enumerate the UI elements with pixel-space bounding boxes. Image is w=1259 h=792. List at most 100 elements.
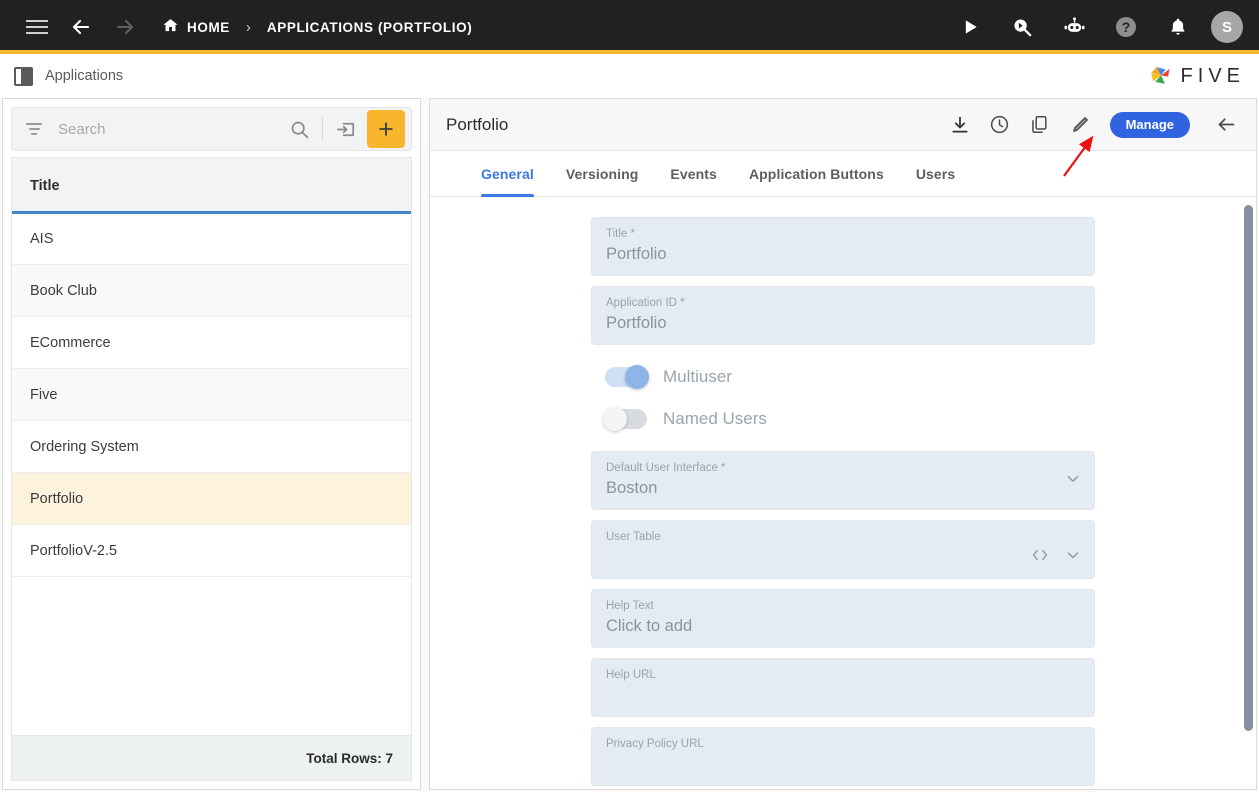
search-bar — [11, 107, 412, 151]
application-id-label: Application ID * — [606, 297, 685, 309]
list-column-header: Title — [11, 157, 412, 214]
tab-label: Application Buttons — [748, 165, 884, 182]
user-avatar[interactable]: S — [1211, 11, 1243, 43]
top-navigation-bar: HOME › APPLICATIONS (PORTFOLIO) ? S — [0, 0, 1259, 54]
list-item-label: Five — [30, 386, 58, 403]
help-url-value — [606, 683, 1080, 707]
module-bar: Applications FIVE — [0, 54, 1259, 98]
list-item-label: Portfolio — [30, 490, 84, 507]
import-icon[interactable] — [329, 112, 363, 146]
form-scrollbar[interactable] — [1244, 205, 1253, 765]
chevron-down-icon[interactable] — [1064, 469, 1082, 492]
edit-pencil-icon[interactable] — [1066, 111, 1094, 139]
tab-general[interactable]: General — [450, 151, 550, 197]
list-item-label: AIS — [30, 230, 54, 247]
nav-back-icon[interactable] — [62, 8, 100, 46]
tab-versioning[interactable]: Versioning — [550, 151, 655, 196]
privacy-policy-url-value — [606, 752, 1080, 776]
copy-icon[interactable] — [1026, 111, 1054, 139]
history-icon[interactable] — [986, 111, 1014, 139]
list-item[interactable]: Five — [12, 369, 411, 421]
five-logo-text: FIVE — [1180, 64, 1245, 87]
home-icon — [162, 17, 179, 37]
detail-header: Portfolio Manage — [430, 99, 1256, 151]
code-icon[interactable] — [1030, 547, 1050, 568]
manage-button[interactable]: Manage — [1109, 111, 1190, 138]
multiuser-toggle[interactable] — [605, 365, 649, 389]
list-item[interactable]: Ordering System — [12, 421, 411, 473]
named-users-label: Named Users — [663, 409, 767, 428]
breadcrumb: HOME › APPLICATIONS (PORTFOLIO) — [162, 17, 951, 37]
help-text-label: Help Text — [606, 600, 654, 612]
tab-application-buttons[interactable]: Application Buttons — [733, 151, 900, 196]
help-icon[interactable]: ? — [1107, 8, 1145, 46]
tab-label: General — [481, 165, 534, 182]
form-scrollbar-thumb[interactable] — [1244, 205, 1253, 732]
list-item[interactable]: PortfolioV-2.5 — [12, 525, 411, 577]
main-body: Title AIS Book Club ECommerce Five Order… — [0, 98, 1259, 792]
chevron-down-icon[interactable] — [1064, 546, 1082, 569]
nav-forward-icon — [106, 8, 144, 46]
title-field[interactable]: Title * Portfolio — [591, 217, 1095, 276]
application-window: HOME › APPLICATIONS (PORTFOLIO) ? S Appl… — [0, 0, 1259, 792]
user-table-value — [606, 545, 1080, 569]
default-user-interface-value: Boston — [606, 479, 658, 497]
help-url-field[interactable]: Help URL — [591, 658, 1095, 717]
user-table-label: User Table — [606, 531, 661, 543]
total-rows-label: Total Rows: 7 — [306, 750, 393, 766]
applications-list-panel: Title AIS Book Club ECommerce Five Order… — [2, 98, 421, 790]
page-title: Portfolio — [446, 114, 509, 134]
default-user-interface-label: Default User Interface * — [606, 462, 726, 474]
application-id-field[interactable]: Application ID * Portfolio — [591, 286, 1095, 345]
tab-users[interactable]: Users — [900, 151, 971, 196]
search-input[interactable] — [46, 120, 282, 138]
five-logo: FIVE — [1148, 63, 1245, 89]
application-id-value: Portfolio — [606, 314, 667, 332]
hamburger-menu-icon[interactable] — [18, 8, 56, 46]
list-item[interactable]: Book Club — [12, 265, 411, 317]
named-users-toggle[interactable] — [603, 407, 647, 431]
search-play-icon[interactable] — [1003, 8, 1041, 46]
five-logo-mark — [1150, 66, 1169, 84]
list-item[interactable]: ECommerce — [12, 317, 411, 369]
toolbar-divider — [322, 117, 323, 141]
svg-text:?: ? — [1122, 19, 1131, 35]
filter-icon[interactable] — [22, 123, 46, 135]
breadcrumb-home[interactable]: HOME — [162, 17, 230, 37]
search-icon[interactable] — [282, 112, 316, 146]
breadcrumb-home-label: HOME — [187, 19, 230, 35]
tab-label: Users — [915, 165, 956, 182]
named-users-toggle-row: Named Users — [591, 403, 1095, 435]
top-bar-actions: ? S — [951, 8, 1243, 46]
tab-events[interactable]: Events — [654, 151, 733, 196]
download-icon[interactable] — [946, 111, 974, 139]
tab-label: Events — [670, 165, 717, 182]
user-table-field[interactable]: User Table — [591, 520, 1095, 579]
detail-tabs: General Versioning Events Application Bu… — [430, 151, 1256, 197]
title-field-value: Portfolio — [606, 245, 667, 263]
robot-icon[interactable] — [1055, 8, 1093, 46]
bell-icon[interactable] — [1159, 8, 1197, 46]
module-title: Applications — [45, 68, 124, 84]
privacy-policy-url-label: Privacy Policy URL — [606, 738, 704, 750]
help-text-value: Click to add — [606, 617, 693, 635]
list-item-selected[interactable]: Portfolio — [12, 473, 411, 525]
privacy-policy-url-field[interactable]: Privacy Policy URL — [591, 727, 1095, 786]
tab-label: Versioning — [565, 165, 639, 182]
general-form: Title * Portfolio Application ID * Portf… — [591, 217, 1095, 786]
list-item-label: PortfolioV-2.5 — [30, 542, 118, 559]
list-item[interactable]: AIS — [12, 213, 411, 265]
list-item-label: Ordering System — [30, 438, 139, 455]
total-rows-bar: Total Rows: 7 — [11, 735, 412, 781]
help-text-field[interactable]: Help Text Click to add — [591, 589, 1095, 648]
split-panel-icon — [14, 66, 33, 86]
column-header-title: Title — [30, 177, 60, 194]
default-user-interface-field[interactable]: Default User Interface * Boston — [591, 451, 1095, 510]
list-item-label: ECommerce — [30, 334, 111, 351]
applications-list: AIS Book Club ECommerce Five Ordering Sy… — [11, 213, 412, 735]
detail-back-icon[interactable] — [1210, 111, 1242, 139]
breadcrumb-separator: › — [245, 18, 251, 36]
play-icon[interactable] — [951, 8, 989, 46]
add-application-button[interactable] — [367, 110, 405, 148]
help-url-label: Help URL — [606, 669, 656, 681]
